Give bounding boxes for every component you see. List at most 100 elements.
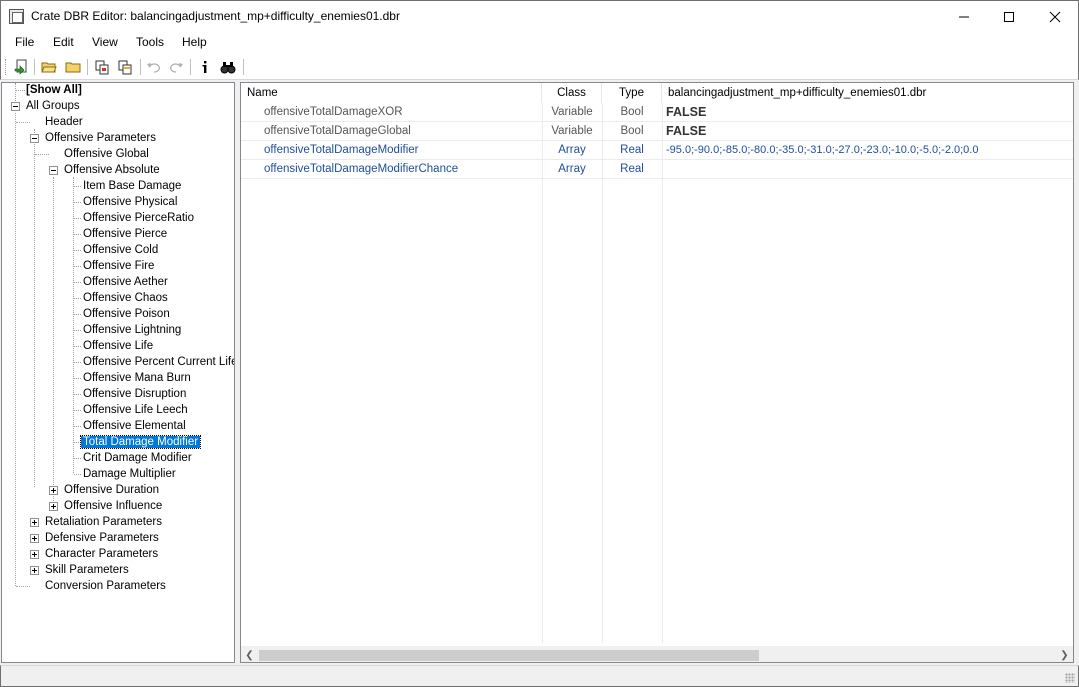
copy-records-button[interactable] [93,58,111,76]
field-type-cell: Real [620,163,644,175]
field-class-cell: Array [558,144,586,156]
tree-item-offensive-pierce[interactable]: Offensive Pierce [81,227,169,243]
folder-icon [65,62,81,73]
window-title: Crate DBR Editor: balancingadjustment_mp… [31,9,400,23]
open-record-button[interactable] [12,58,30,76]
tree-item-offensive-fire[interactable]: Offensive Fire [81,259,156,275]
collapse-all-groups-toggle[interactable] [11,102,20,111]
tree-item-offensive-elemental[interactable]: Offensive Elemental [81,419,188,435]
tree-conversion-parameters[interactable]: Conversion Parameters [43,579,168,595]
tree-offensive-global[interactable]: Offensive Global [62,147,151,163]
expand-character-parameters-toggle[interactable] [30,550,39,559]
tree-skill-parameters[interactable]: Skill Parameters [43,563,131,579]
menu-file[interactable]: File [15,35,34,49]
title-bar: Crate DBR Editor: balancingadjustment_mp… [0,0,1079,31]
folder-button[interactable] [64,58,82,76]
tree-item-offensive-physical[interactable]: Offensive Physical [81,195,179,211]
field-value-cell[interactable]: -95.0;-90.0;-85.0;-80.0;-35.0;-31.0;-27.… [666,141,1071,160]
redo-button[interactable] [167,58,185,76]
paste-records-icon [118,60,132,75]
tree-offensive-absolute[interactable]: Offensive Absolute [62,163,162,179]
menu-view[interactable]: View [92,35,118,49]
tree-item-offensive-mana-burn[interactable]: Offensive Mana Burn [81,371,193,387]
field-type-cell: Real [620,144,644,156]
tree-item-offensive-poison[interactable]: Offensive Poison [81,307,172,323]
field-value-cell[interactable] [666,160,1071,179]
open-record-icon [14,59,27,75]
field-value-cell[interactable]: FALSE [666,122,1071,141]
field-name-cell: offensiveTotalDamageGlobal [264,125,411,137]
minimize-button[interactable] [941,1,987,32]
horizontal-scrollbar[interactable]: ❮ ❯ [241,646,1073,662]
tree-item-total-damage-modifier[interactable]: Total Damage Modifier [79,435,202,451]
expand-retaliation-parameters-toggle[interactable] [30,518,39,527]
scroll-left-icon[interactable]: ❮ [241,647,258,662]
tree-all-groups[interactable]: All Groups [24,99,82,115]
close-icon [1049,11,1061,22]
tree-item-offensive-chaos[interactable]: Offensive Chaos [81,291,170,307]
expand-defensive-parameters-toggle[interactable] [30,534,39,543]
scrollbar-thumb[interactable] [259,650,759,661]
tree-item-offensive-life-leech[interactable]: Offensive Life Leech [81,403,190,419]
toolbar-grip[interactable] [5,59,8,75]
tree-item-damage-multiplier[interactable]: Damage Multiplier [81,467,178,483]
tree-item-item-base-damage[interactable]: Item Base Damage [81,179,183,195]
open-folder-button[interactable] [40,58,58,76]
find-button[interactable] [219,58,237,76]
collapse-offensive-parameters-toggle[interactable] [30,134,39,143]
paste-records-button[interactable] [116,58,134,76]
field-type-cell: Bool [620,125,644,137]
info-button[interactable] [196,58,214,76]
group-tree[interactable]: [Show All] All Groups Header Offensive P… [1,82,235,663]
menu-tools[interactable]: Tools [136,35,164,49]
resize-grip-icon[interactable] [1065,673,1075,683]
close-button[interactable] [1032,1,1078,32]
tree-offensive-duration[interactable]: Offensive Duration [62,483,161,499]
info-icon [202,61,207,73]
collapse-offensive-absolute-toggle[interactable] [49,166,58,175]
toolbar [0,54,1079,80]
expand-offensive-influence-toggle[interactable] [49,502,58,511]
status-bar [0,665,1079,687]
tree-item-offensive-percent-current-life[interactable]: Offensive Percent Current Life [81,355,234,371]
tree-item-crit-damage-modifier[interactable]: Crit Damage Modifier [81,451,194,467]
undo-icon [147,63,160,73]
menu-edit[interactable]: Edit [53,35,74,49]
column-header-value[interactable]: balancingadjustment_mp+difficulty_enemie… [662,83,1073,103]
tree-offensive-parameters[interactable]: Offensive Parameters [43,131,158,147]
grid-row[interactable]: offensiveTotalDamageModifier Array Real -95… [241,141,1073,160]
scroll-right-icon[interactable]: ❯ [1056,647,1073,662]
tree-item-offensive-lightning[interactable]: Offensive Lightning [81,323,183,339]
grid-row[interactable]: offensiveTotalDamageModifierChance Array R… [241,160,1073,179]
maximize-button[interactable] [986,1,1032,32]
tree-retaliation-parameters[interactable]: Retaliation Parameters [43,515,164,531]
tree-item-offensive-life[interactable]: Offensive Life [81,339,155,355]
tree-character-parameters[interactable]: Character Parameters [43,547,160,563]
field-name-cell: offensiveTotalDamageXOR [264,106,403,118]
tree-item-offensive-pierceratio[interactable]: Offensive PierceRatio [81,211,196,227]
copy-records-icon [95,60,109,75]
field-type-cell: Bool [620,106,644,118]
field-value-cell[interactable]: FALSE [666,103,1071,122]
tree-item-offensive-aether[interactable]: Offensive Aether [81,275,170,291]
undo-button[interactable] [145,58,163,76]
grid-row[interactable]: offensiveTotalDamageXOR Variable Bool FALSE [241,103,1073,122]
tree-header[interactable]: Header [43,115,85,131]
expand-offensive-duration-toggle[interactable] [49,486,58,495]
redo-icon [170,63,183,73]
grid-row[interactable]: offensiveTotalDamageGlobal Variable Bool FA… [241,122,1073,141]
expand-skill-parameters-toggle[interactable] [30,566,39,575]
column-header-type[interactable]: Type [602,83,662,103]
column-header-class[interactable]: Class [542,83,602,103]
minimize-icon [959,16,969,17]
tree-defensive-parameters[interactable]: Defensive Parameters [43,531,161,547]
menu-help[interactable]: Help [182,35,207,49]
tree-show-all[interactable]: [Show All] [24,83,84,99]
column-header-name[interactable]: Name [241,83,542,103]
maximize-icon [1004,11,1014,22]
tree-offensive-influence[interactable]: Offensive Influence [62,499,164,515]
menu-bar: File Edit View Tools Help [0,31,1079,54]
tree-item-offensive-disruption[interactable]: Offensive Disruption [81,387,188,403]
tree-item-offensive-cold[interactable]: Offensive Cold [81,243,160,259]
find-icon [220,62,236,74]
